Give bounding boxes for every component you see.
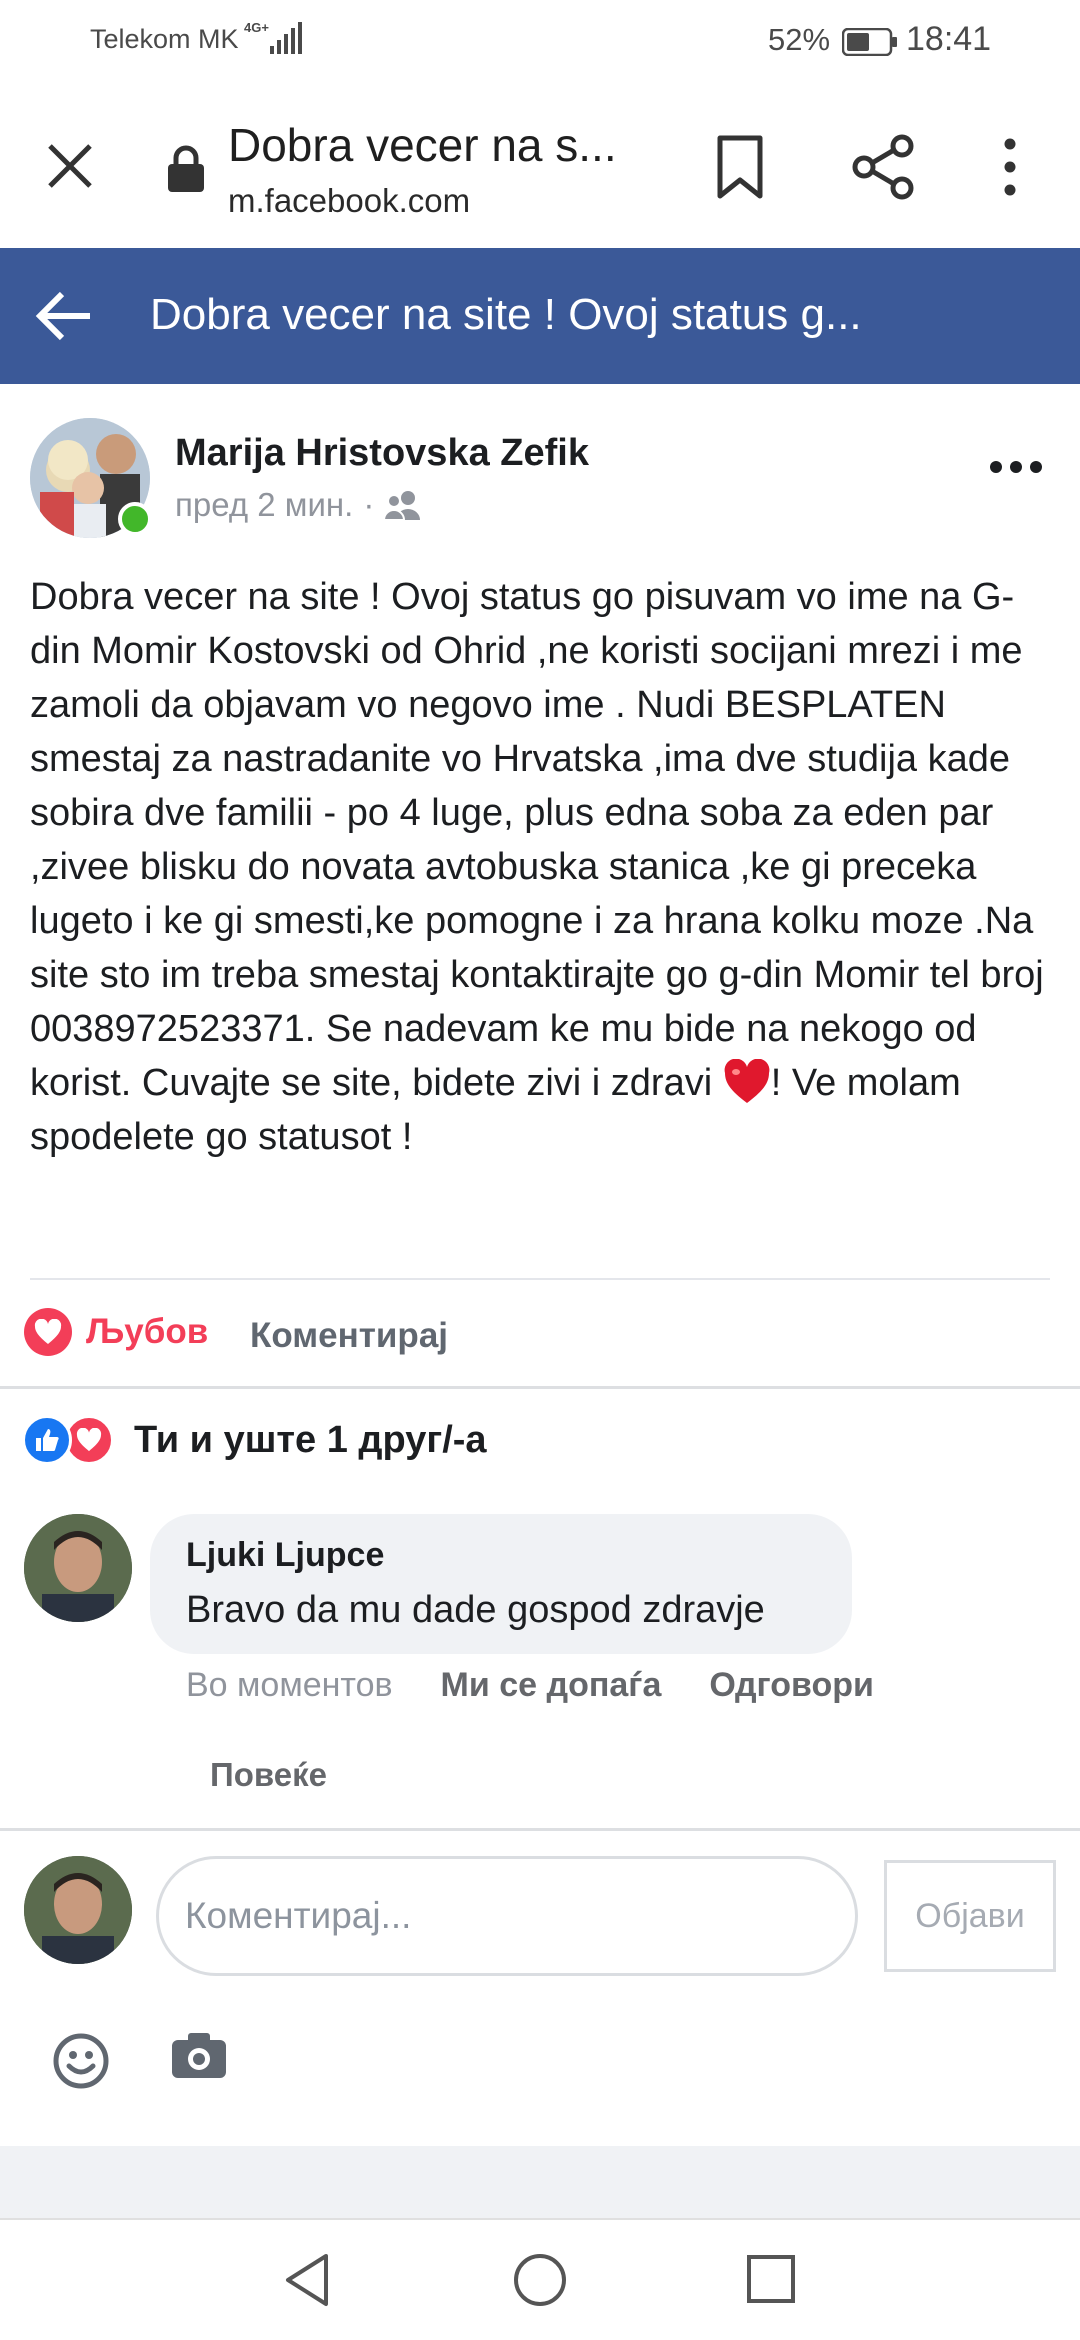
comment-actions: Во моментов Ми се допаѓа Одговори [186, 1666, 874, 1705]
header-title: Dobra vecer na site ! Ovoj status g... [150, 290, 862, 339]
comment-author[interactable]: Ljuki Ljupce [186, 1536, 816, 1575]
comment-bubble: Ljuki Ljupce Bravo da mu dade gospod zdr… [150, 1514, 852, 1654]
more-vert-icon[interactable] [990, 132, 1030, 202]
like-reaction-icon [22, 1415, 72, 1465]
lock-icon[interactable] [166, 144, 206, 194]
divider [0, 1828, 1080, 1831]
friends-icon [384, 491, 421, 520]
url-text[interactable]: m.facebook.com [228, 182, 470, 220]
more-horiz-icon[interactable] [986, 452, 1046, 482]
page-title[interactable]: Dobra vecer na s... [228, 118, 617, 172]
post-comment-button[interactable]: Објави [884, 1860, 1056, 1972]
battery-percent: 52% [768, 22, 831, 57]
browser-toolbar: Dobra vecer na s... m.facebook.com [0, 80, 1080, 248]
comment-input[interactable] [156, 1856, 858, 1976]
status-bar: Telekom MK 4G+ 52% 18:41 [0, 0, 1080, 80]
comment-time: Во моментов [186, 1666, 393, 1704]
system-nav-bar [0, 2220, 1080, 2340]
close-icon[interactable] [40, 136, 100, 196]
love-button[interactable]: Љубов [24, 1308, 208, 1356]
nav-recent-apps-icon[interactable] [744, 2252, 798, 2306]
comment-more-button[interactable]: Повеќе [210, 1756, 327, 1794]
signal-icon [270, 22, 302, 54]
reactions-text: Ти и уште 1 друг/-а [134, 1418, 487, 1461]
post-author[interactable]: Marija Hristovska Zefik [175, 432, 589, 475]
meta-separator: · [363, 486, 375, 523]
share-icon[interactable] [848, 132, 918, 202]
divider [30, 1278, 1050, 1280]
love-reaction-icon [24, 1308, 72, 1356]
facebook-header: Dobra vecer na site ! Ovoj status g... [0, 248, 1080, 384]
post-body: Dobra vecer na site ! Ovoj status go pis… [30, 570, 1060, 1164]
reactions-summary[interactable]: Ти и уште 1 друг/-а [22, 1412, 487, 1468]
footer-area [0, 2146, 1080, 2218]
post-actions: Љубов Коментирај [0, 1300, 1080, 1380]
carrier-label: Telekom MK [90, 24, 239, 54]
post-text-main: Dobra vecer na site ! Ovoj status go pis… [30, 576, 1044, 1104]
bookmark-icon[interactable] [712, 132, 768, 202]
post-meta: пред 2 мин. · [175, 486, 422, 524]
clock: 18:41 [906, 20, 992, 58]
red-heart-icon [724, 1059, 770, 1103]
current-user-avatar [24, 1856, 132, 1964]
emoji-icon[interactable] [52, 2032, 110, 2090]
comment-text: Bravo da mu dade gospod zdravje [186, 1589, 765, 1631]
comment-reply-button[interactable]: Одговори [709, 1666, 874, 1705]
post-time[interactable]: пред 2 мин. [175, 486, 353, 524]
love-label: Љубов [86, 1312, 209, 1351]
commenter-avatar[interactable] [24, 1514, 132, 1622]
camera-icon[interactable] [170, 2030, 228, 2082]
online-status-indicator [118, 502, 152, 536]
comment-like-button[interactable]: Ми се допаѓа [441, 1666, 662, 1705]
comment-button[interactable]: Коментирај [250, 1316, 448, 1356]
network-type: 4G+ [244, 20, 269, 35]
back-arrow-icon[interactable] [34, 288, 94, 344]
nav-back-icon[interactable] [280, 2250, 336, 2310]
nav-home-icon[interactable] [510, 2250, 570, 2310]
divider [0, 1386, 1080, 1389]
battery-icon [842, 28, 897, 56]
